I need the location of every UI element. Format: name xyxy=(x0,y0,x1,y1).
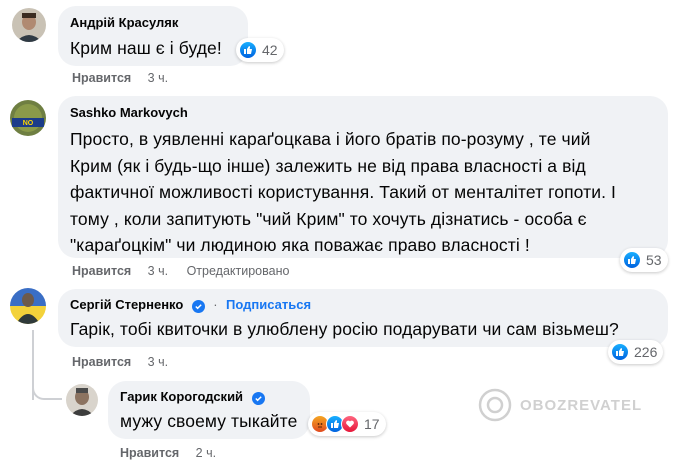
timestamp[interactable]: 3 ч. xyxy=(148,355,168,369)
comment-actions: Нравится 3 ч. xyxy=(72,70,183,86)
like-reaction-icon xyxy=(611,343,629,361)
comment-bubble: Сергій Стерненко · Подписаться Гарік, то… xyxy=(58,289,668,347)
avatar[interactable] xyxy=(10,288,46,324)
watermark-logo-icon xyxy=(478,388,512,422)
timestamp[interactable]: 3 ч. xyxy=(148,71,168,85)
like-button[interactable]: Нравится xyxy=(72,355,131,369)
reaction-count: 42 xyxy=(262,42,278,58)
comment-header: Сергій Стерненко · Подписаться xyxy=(70,297,656,313)
comment-actions: Нравится 3 ч. xyxy=(72,354,183,370)
verified-badge-icon xyxy=(251,392,265,405)
like-reaction-icon xyxy=(239,41,257,59)
timestamp[interactable]: 3 ч. xyxy=(148,264,168,278)
reaction-count: 53 xyxy=(646,252,662,268)
like-reaction-icon xyxy=(623,251,641,269)
comment-bubble: Sashko Markovych Просто, в уявленні кара… xyxy=(58,96,668,258)
comment-author[interactable]: Андрій Красуляк xyxy=(70,15,178,31)
comment-header: Гарик Корогодский xyxy=(120,389,298,405)
reaction-summary[interactable]: 42 xyxy=(236,38,284,62)
watermark: OBOZREVATEL xyxy=(478,388,642,422)
like-button[interactable]: Нравится xyxy=(120,446,179,460)
reaction-summary[interactable]: 53 xyxy=(620,248,668,272)
comment-author[interactable]: Sashko Markovych xyxy=(70,105,188,121)
reaction-summary[interactable]: 226 xyxy=(608,340,664,364)
avatar[interactable] xyxy=(66,384,98,416)
follow-button[interactable]: Подписаться xyxy=(226,297,311,312)
comment-text: Просто, в уявленні караґоцкава і його бр… xyxy=(70,126,656,259)
avatar[interactable]: NO xyxy=(10,100,46,136)
edited-label[interactable]: Отредактировано xyxy=(187,264,290,278)
reaction-count: 17 xyxy=(364,416,380,432)
comment-author[interactable]: Сергій Стерненко xyxy=(70,297,183,313)
comment-text-line: "караґоцкім" чи людиною яка поважає прав… xyxy=(70,235,530,255)
comment-bubble: Гарик Корогодский мужу своему тыкайте xyxy=(108,381,310,439)
like-button[interactable]: Нравится xyxy=(72,264,131,278)
comment-author[interactable]: Гарик Корогодский xyxy=(120,389,243,405)
comment-actions: Нравится 2 ч. xyxy=(120,445,231,461)
reply-thread-curve xyxy=(32,384,62,400)
reaction-count: 226 xyxy=(634,344,658,360)
comment-text-line: Крим (як і будь-що інше) залежить не від… xyxy=(70,155,586,176)
love-reaction-icon xyxy=(341,415,359,433)
separator-dot: · xyxy=(213,297,218,312)
comment-text: Гарік, тобі квиточки в улюблену росію по… xyxy=(70,319,619,339)
comment-text-line: Просто, в уявленні караґоцкава і його бр… xyxy=(70,129,591,149)
comment-text: мужу своему тыкайте xyxy=(120,411,298,431)
comment-text-line: тому , коли запитують "чий Крим" то хочу… xyxy=(70,208,587,229)
avatar[interactable] xyxy=(12,8,46,42)
comment-actions: Нравится 3 ч. Отредактировано xyxy=(72,263,289,279)
comment-text-line: фактичної можливості користування. Такий… xyxy=(70,182,616,202)
svg-text:NO: NO xyxy=(23,120,34,127)
timestamp[interactable]: 2 ч. xyxy=(196,446,216,460)
comment-text: Крим наш є і буде! xyxy=(70,38,222,58)
like-button[interactable]: Нравится xyxy=(72,71,131,85)
comment-bubble: Андрій Красуляк Крим наш є і буде! xyxy=(58,6,248,66)
reaction-summary[interactable]: 17 xyxy=(308,412,386,436)
watermark-text: OBOZREVATEL xyxy=(520,396,643,414)
verified-badge-icon xyxy=(191,300,205,313)
